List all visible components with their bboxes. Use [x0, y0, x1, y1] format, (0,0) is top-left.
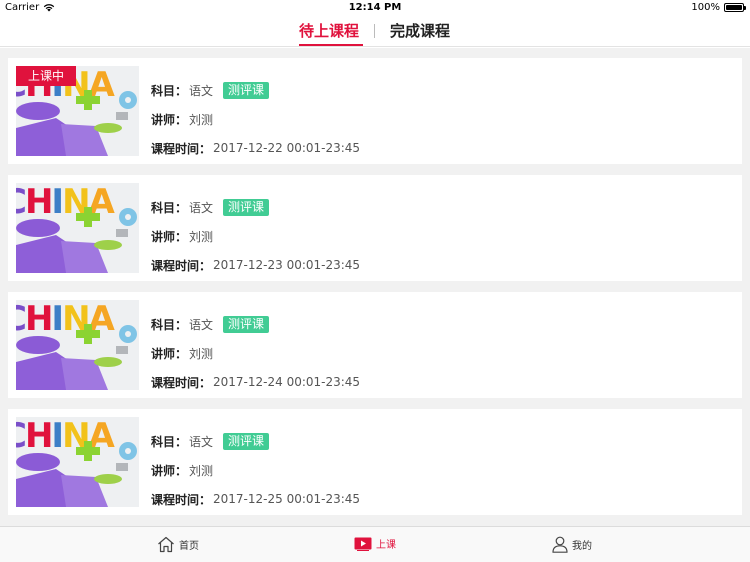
course-thumbnail: CHINA上课中: [16, 66, 139, 156]
teacher-value: 刘测: [189, 346, 214, 361]
course-type-tag: 测评课: [223, 432, 270, 450]
thumbnail-illustration: CHINA: [16, 417, 139, 507]
course-info: 科目： 语文 测评课 讲师： 刘测 课程时间： 2017-12-24 00:01-23:45: [151, 292, 711, 398]
nav-home[interactable]: 首页: [157, 536, 199, 553]
time-value: 2017-12-25 00:01-23:45: [213, 492, 361, 506]
subject-row: 科目： 语文 测评课: [151, 432, 270, 450]
course-type-tag: 测评课: [223, 315, 270, 333]
time-row: 课程时间： 2017-12-25 00:01-23:45: [151, 490, 360, 508]
teacher-row: 讲师： 刘测: [151, 344, 213, 362]
course-type-tag: 测评课: [223, 81, 270, 99]
play-icon: [354, 537, 372, 551]
course-info: 科目： 语文 测评课 讲师： 刘测 课程时间： 2017-12-25 00:01-23:45: [151, 409, 711, 515]
active-tab-indicator: [299, 44, 363, 46]
thumbnail-letters: CHINA: [16, 300, 116, 339]
subject-value: 语文: [189, 200, 214, 215]
status-bar: Carrier 12:14 PM 100%: [0, 0, 750, 16]
course-card[interactable]: CHINA科目：语文测评课讲师：刘测课程时间：2017-12-25 00:01-…: [8, 409, 742, 515]
course-thumbnail: CHINA: [16, 417, 139, 507]
thumbnail-letters: CHINA: [16, 183, 116, 222]
subject-value: 语文: [189, 434, 214, 449]
bottom-nav: 首页 上课 我的: [0, 526, 750, 562]
battery-status: 100%: [691, 2, 746, 13]
user-icon: [552, 536, 568, 553]
course-card[interactable]: CHINA上课中科目：语文测评课讲师：刘测课程时间：2017-12-22 00:…: [8, 58, 742, 164]
clock: 12:14 PM: [348, 2, 402, 13]
time-value: 2017-12-22 00:01-23:45: [213, 141, 361, 155]
nav-profile-label: 我的: [572, 541, 592, 552]
thumbnail-illustration: CHINA: [16, 183, 139, 273]
subject-row: 科目： 语文 测评课: [151, 81, 270, 99]
time-row: 课程时间： 2017-12-22 00:01-23:45: [151, 139, 360, 157]
teacher-value: 刘测: [189, 229, 214, 244]
teacher-label: 讲师：: [151, 112, 188, 127]
subject-row: 科目： 语文 测评课: [151, 315, 270, 333]
time-label: 课程时间：: [151, 375, 212, 390]
tab-completed-courses[interactable]: 完成课程: [390, 20, 450, 41]
time-label: 课程时间：: [151, 492, 212, 507]
nav-profile[interactable]: 我的: [552, 536, 592, 553]
course-thumbnail: CHINA: [16, 300, 139, 390]
course-type-tag: 测评课: [223, 198, 270, 216]
teacher-label: 讲师：: [151, 229, 188, 244]
subject-value: 语文: [189, 317, 214, 332]
nav-class[interactable]: 上课: [354, 536, 396, 551]
course-tabs: 待上课程 完成课程: [0, 16, 750, 47]
subject-row: 科目： 语文 测评课: [151, 198, 270, 216]
time-label: 课程时间：: [151, 258, 212, 273]
thumbnail-letters: CHINA: [16, 417, 116, 456]
nav-home-label: 首页: [179, 541, 199, 552]
course-info: 科目： 语文 测评课 讲师： 刘测 课程时间： 2017-12-23 00:01-23:45: [151, 175, 711, 281]
teacher-row: 讲师： 刘测: [151, 461, 213, 479]
subject-label: 科目：: [151, 200, 188, 215]
course-card[interactable]: CHINA科目：语文测评课讲师：刘测课程时间：2017-12-24 00:01-…: [8, 292, 742, 398]
course-info: 科目： 语文 测评课 讲师： 刘测 课程时间： 2017-12-22 00:01-23:45: [151, 58, 711, 164]
teacher-value: 刘测: [189, 463, 214, 478]
subject-label: 科目：: [151, 434, 188, 449]
thumbnail-illustration: CHINA: [16, 300, 139, 390]
course-card[interactable]: CHINA科目：语文测评课讲师：刘测课程时间：2017-12-23 00:01-…: [8, 175, 742, 281]
subject-value: 语文: [189, 83, 214, 98]
time-row: 课程时间： 2017-12-24 00:01-23:45: [151, 373, 360, 391]
subject-label: 科目：: [151, 83, 188, 98]
teacher-row: 讲师： 刘测: [151, 227, 213, 245]
battery-percent: 100%: [691, 2, 720, 13]
teacher-row: 讲师： 刘测: [151, 110, 213, 128]
tab-divider: [374, 24, 375, 38]
course-thumbnail: CHINA: [16, 183, 139, 273]
home-icon: [158, 536, 174, 553]
battery-icon: [724, 3, 746, 12]
live-status-badge: 上课中: [16, 66, 76, 86]
teacher-label: 讲师：: [151, 346, 188, 361]
time-value: 2017-12-24 00:01-23:45: [213, 375, 361, 389]
subject-label: 科目：: [151, 317, 188, 332]
teacher-label: 讲师：: [151, 463, 188, 478]
course-list[interactable]: CHINA上课中科目：语文测评课讲师：刘测课程时间：2017-12-22 00:…: [0, 48, 750, 526]
time-label: 课程时间：: [151, 141, 212, 156]
teacher-value: 刘测: [189, 112, 214, 127]
tab-upcoming-courses[interactable]: 待上课程: [299, 20, 359, 41]
nav-class-label: 上课: [376, 540, 396, 551]
time-row: 课程时间： 2017-12-23 00:01-23:45: [151, 256, 360, 274]
time-value: 2017-12-23 00:01-23:45: [213, 258, 361, 272]
